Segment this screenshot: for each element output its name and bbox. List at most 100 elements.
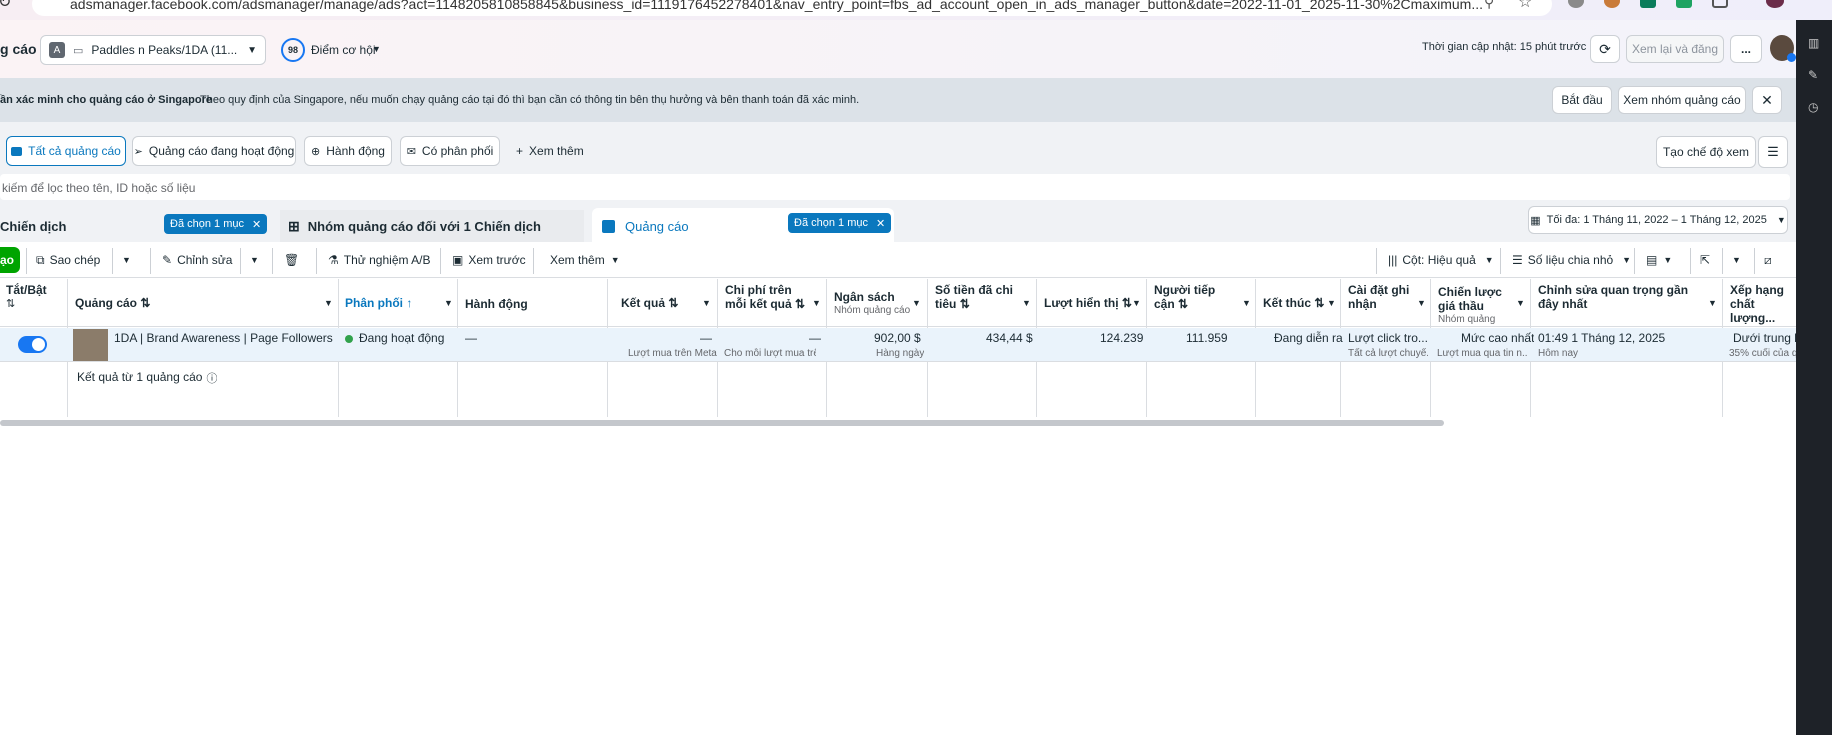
chevron-down-icon[interactable]: ▼ (122, 247, 131, 273)
chevron-down-icon[interactable]: ▼ (372, 44, 381, 54)
settings-sliders-button[interactable]: ☰ (1758, 136, 1788, 168)
clock-icon[interactable]: ◷ (1808, 100, 1818, 114)
export-icon: ⇱ (1700, 253, 1711, 267)
chevron-down-icon[interactable]: ▼ (1132, 298, 1141, 308)
col-ad[interactable]: Quảng cáo ⇅ (75, 296, 150, 310)
account-selector[interactable]: A ▭ Paddles n Peaks/1DA (11... ▼ (40, 35, 266, 65)
col-cost-per-result[interactable]: Chi phí trên mỗi kết quả ⇅ (725, 283, 813, 311)
chevron-down-icon[interactable]: ▼ (1708, 298, 1717, 308)
more-label: Xem thêm (550, 253, 605, 267)
tab-delivery[interactable]: ✉ Có phân phối (400, 136, 500, 166)
chevron-down-icon: ▼ (1622, 255, 1632, 265)
col-last-edit[interactable]: Chỉnh sửa quan trọng gần đây nhất (1538, 283, 1708, 311)
col-onoff[interactable]: Tắt/Bật ⇅ (6, 283, 47, 311)
star-icon[interactable]: ☆ (1518, 0, 1532, 12)
bid-value: Mức cao nhất (1461, 331, 1535, 345)
chevron-down-icon: ▼ (1484, 255, 1494, 265)
chevron-down-icon[interactable]: ▼ (444, 298, 453, 308)
info-icon[interactable]: ⓘ (206, 370, 217, 386)
ad-name[interactable]: 1DA | Brand Awareness | Page Followers (114, 331, 333, 345)
ad-selected-chip[interactable]: Đã chọn 1 mục ✕ (788, 213, 892, 233)
tab-ad-label[interactable]: Quảng cáo (602, 210, 689, 242)
chevron-down-icon[interactable]: ▼ (812, 298, 821, 308)
opportunity-score-label[interactable]: Điểm cơ hội (311, 43, 376, 57)
sort-icon[interactable]: ⇅ (668, 296, 678, 310)
chevron-down-icon[interactable]: ▼ (1242, 298, 1251, 308)
close-icon[interactable]: ✕ (252, 218, 261, 231)
chart-icon[interactable]: ▥ (1808, 36, 1820, 50)
view-adsets-button[interactable]: Xem nhóm quảng cáo (1618, 86, 1746, 114)
sort-icon[interactable]: ⇅ (1314, 296, 1324, 310)
col-label: Kết quả (621, 296, 666, 310)
review-publish-button[interactable]: Xem lại và đăng (1626, 35, 1724, 63)
horizontal-scrollbar[interactable] (0, 420, 1444, 426)
sort-icon[interactable]: ⇅ (960, 297, 970, 311)
col-ends[interactable]: Kết thúc ⇅ (1263, 296, 1324, 310)
chevron-down-icon[interactable]: ▼ (1327, 298, 1336, 308)
extension-leaf-icon[interactable] (1640, 0, 1656, 8)
more-filters-button[interactable]: + Xem thêm (516, 144, 584, 158)
search-icon[interactable]: ⚲ (1484, 0, 1494, 11)
col-attribution[interactable]: Cài đặt ghi nhận (1348, 283, 1418, 311)
chevron-down-icon[interactable]: ▼ (1516, 298, 1525, 308)
date-range-picker[interactable]: ▦ Tối đa: 1 Tháng 11, 2022 – 1 Tháng 12,… (1528, 206, 1788, 234)
col-delivery[interactable]: Phân phối ↑ (345, 296, 412, 310)
create-view-button[interactable]: Tạo chế độ xem (1656, 136, 1756, 168)
sort-up-icon[interactable]: ↑ (406, 296, 412, 310)
last-edit-value: 01:49 1 Tháng 12, 2025 (1538, 331, 1666, 345)
breakdown-selector[interactable]: ☰ Số liệu chia nhỏ ▼ (1512, 247, 1631, 273)
col-budget[interactable]: Ngân sách Nhóm quảng cáo (834, 290, 910, 318)
edit-button[interactable]: ✎ Chỉnh sửa (162, 247, 232, 273)
charts-button[interactable]: ⧄ (1764, 247, 1772, 273)
chevron-down-icon[interactable]: ▼ (912, 298, 921, 308)
col-actions[interactable]: Hành động (465, 297, 528, 311)
tab-campaign-label[interactable]: Chiến dịch (0, 210, 66, 242)
export-button[interactable]: ⇱ (1700, 247, 1710, 273)
close-icon: ✕ (1761, 91, 1773, 108)
spent-value: 434,44 $ (986, 331, 1033, 345)
create-button[interactable]: ạo (0, 247, 20, 273)
chevron-down-icon[interactable]: ▼ (324, 298, 333, 308)
extension-green-icon[interactable] (1676, 0, 1692, 8)
col-reach[interactable]: Người tiếp cận ⇅ (1154, 283, 1228, 311)
chevron-down-icon[interactable]: ▼ (1417, 298, 1426, 308)
reports-button[interactable]: ▤ ▼ (1646, 247, 1672, 273)
refresh-button[interactable]: ⟳ (1590, 35, 1620, 63)
col-impressions[interactable]: Lượt hiển thị ⇅ (1044, 296, 1132, 310)
opportunity-score-icon[interactable]: 98 (281, 38, 305, 62)
pencil-icon[interactable]: ✎ (1808, 68, 1818, 82)
sort-icon[interactable]: ⇅ (140, 296, 150, 310)
tab-all-ads[interactable]: Tất cả quảng cáo (6, 136, 126, 166)
more-actions-button[interactable]: Xem thêm ▼ (550, 247, 620, 273)
tab-active-ads[interactable]: ➢ Quảng cáo đang hoạt động (132, 136, 296, 166)
campaign-selected-chip[interactable]: Đã chọn 1 mục ✕ (164, 214, 268, 234)
preview-button[interactable]: ▣ Xem trước (452, 247, 526, 273)
ab-test-button[interactable]: ⚗ Thử nghiệm A/B (328, 247, 431, 273)
chevron-down-icon[interactable]: ▼ (702, 298, 711, 308)
sort-icon[interactable]: ⇅ (6, 297, 47, 311)
start-button[interactable]: Bắt đầu (1552, 86, 1612, 114)
ad-thumbnail[interactable] (73, 329, 108, 361)
tab-actions[interactable]: ⊕ Hành động (304, 136, 392, 166)
chevron-down-icon[interactable]: ▼ (1022, 298, 1031, 308)
sort-icon[interactable]: ⇅ (1122, 296, 1132, 310)
puzzle-icon[interactable] (1712, 0, 1728, 8)
col-amount-spent[interactable]: Số tiền đã chi tiêu ⇅ (935, 283, 1015, 311)
url-field[interactable]: adsmanager.facebook.com/adsmanager/manag… (32, 0, 1552, 16)
reload-icon[interactable]: ↻ (0, 0, 11, 12)
columns-selector[interactable]: ||| Cột: Hiệu quả ▼ (1388, 247, 1494, 273)
budget-value[interactable]: 902,00 $ (874, 331, 921, 345)
close-button[interactable]: ✕ (1752, 86, 1782, 114)
delete-button[interactable]: 🗑 (284, 247, 299, 273)
search-input[interactable]: kiếm để lọc theo tên, ID hoặc số liệu (0, 174, 1790, 200)
sort-icon[interactable]: ⇅ (795, 297, 805, 311)
close-icon[interactable]: ✕ (876, 217, 885, 230)
chevron-down-icon[interactable]: ▼ (1732, 247, 1741, 273)
tab-adset-label[interactable]: ⊞ Nhóm quảng cáo đối với 1 Chiến dịch (288, 210, 541, 242)
duplicate-button[interactable]: ⧉ Sao chép (36, 247, 100, 273)
chevron-down-icon[interactable]: ▼ (250, 247, 259, 273)
col-results[interactable]: Kết quả ⇅ (621, 296, 678, 310)
more-button[interactable]: ... (1730, 35, 1762, 63)
sort-icon[interactable]: ⇅ (1178, 297, 1188, 311)
col-ranking[interactable]: Xếp hạng chất lượng... (1730, 283, 1796, 325)
